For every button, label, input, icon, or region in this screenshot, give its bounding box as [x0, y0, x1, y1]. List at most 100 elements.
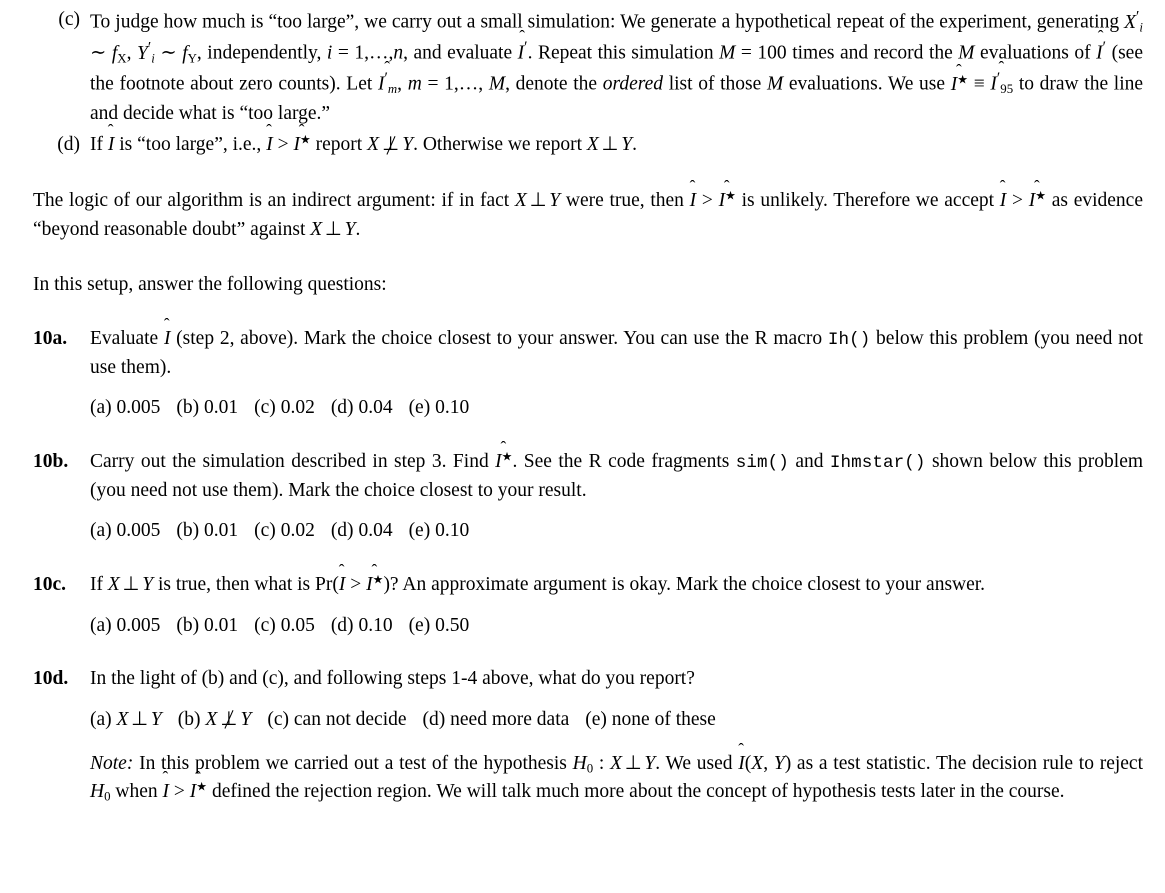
choice-d[interactable]: (d) need more data	[423, 706, 570, 735]
choice-e[interactable]: (e) none of these	[585, 706, 716, 735]
choice-d[interactable]: (d) 0.10	[331, 612, 393, 641]
choice-d[interactable]: (d) 0.04	[331, 394, 393, 423]
choice-key: (b)	[176, 520, 200, 542]
text-segment: Evaluate	[90, 327, 164, 349]
choice-a[interactable]: (a) 0.005	[90, 517, 160, 546]
math-f-X: fX	[111, 42, 127, 66]
choice-b[interactable]: (b) 0.01	[176, 612, 238, 641]
choice-e[interactable]: (e) 0.10	[409, 394, 470, 423]
choice-a[interactable]: (a) X ⊥ Y	[90, 706, 162, 735]
code-macro-ihmstar: Ihmstar()	[829, 452, 926, 473]
choice-value: 0.10	[435, 397, 470, 419]
choice-key: (e)	[585, 709, 607, 731]
text-segment: ,	[763, 752, 774, 774]
math-I-hat-star: ˆ I★	[293, 121, 311, 156]
math-Y: Y	[773, 752, 785, 774]
text-segment: = 1,…,	[421, 73, 489, 95]
math-I-hat: ˆI	[107, 121, 115, 156]
question-10a-label: 10a.	[33, 327, 68, 349]
math-I-hat-star: ˆ I★	[189, 768, 208, 803]
question-10c: 10c. If X ⊥ Y is true, then what is Pr(ˆ I …	[33, 562, 1143, 600]
choice-e[interactable]: (e) 0.50	[409, 612, 470, 641]
choice-value-math-X-notperp-Y: X⊥Y	[205, 709, 252, 731]
text-segment: is “too large”, i.e.,	[114, 134, 267, 156]
text-segment: )? An approximate argument is okay. Mark…	[383, 574, 986, 596]
choice-key: (e)	[408, 397, 431, 419]
choice-value: 0.04	[358, 397, 393, 419]
question-10c-choices-row: (a) 0.005 (b) 0.01 (c) 0.05 (d) 0.10 (e) 0.5…	[33, 612, 1143, 641]
text-segment: ≡	[968, 73, 991, 95]
text-segment: If	[90, 574, 108, 596]
choice-value: need more data	[450, 709, 570, 731]
spacer-label	[33, 394, 90, 423]
list-item-d: (d) If ˆI is “too large”, i.e., ˆI > ˆ I★…	[33, 121, 1143, 160]
math-I-hat-prime: ˆ I′	[517, 27, 528, 64]
choices-10d: (a) X⊥Y (b) X⊥Y (c) can not decide (d) need…	[90, 706, 1143, 735]
text-segment: evaluations of	[974, 42, 1097, 64]
choices-10a: (a) 0.005 (b) 0.01 (c) 0.02 (d) 0.04 (e) 0.1…	[90, 394, 1143, 423]
choice-value: 0.01	[204, 520, 239, 542]
choice-key: (b)	[177, 709, 201, 731]
choice-key: (a)	[90, 614, 112, 636]
question-10a: 10a. Evaluate ˆI (step 2, above). Mark t…	[33, 316, 1143, 382]
choice-a[interactable]: (a) 0.005	[90, 612, 160, 641]
choice-b[interactable]: (b) 0.01	[176, 517, 238, 546]
choice-b[interactable]: (b) X⊥Y	[178, 706, 252, 735]
choice-key: (e)	[408, 614, 431, 636]
question-10a-body: Evaluate ˆI (step 2, above). Mark the ch…	[90, 316, 1143, 382]
choice-value: 0.10	[358, 614, 393, 636]
spacer-label	[33, 612, 90, 641]
choices-10c: (a) 0.005 (b) 0.01 (c) 0.05 (d) 0.10 (e) 0.5…	[90, 612, 1143, 641]
choice-b[interactable]: (b) 0.01	[176, 394, 238, 423]
choice-c[interactable]: (c) 0.02	[254, 394, 315, 423]
math-X-notperp-Y: X⊥Y	[367, 134, 414, 156]
math-M: M	[766, 73, 784, 95]
text-segment: . Repeat this simulation	[527, 42, 720, 64]
choice-key: (c)	[254, 520, 276, 542]
math-H-null: H0	[572, 752, 594, 776]
text-segment: (step 2, above). Mark the choice closest…	[170, 327, 828, 349]
question-10b-body: Carry out the simulation described in st…	[90, 439, 1143, 505]
choice-c[interactable]: (c) 0.05	[254, 612, 315, 641]
choice-c[interactable]: (c) 0.02	[254, 517, 315, 546]
math-X-perp-Y: X ⊥ Y	[586, 134, 633, 156]
math-Y-prime-i: Y′i	[136, 39, 155, 66]
math-X-perp-Y: X ⊥ Y	[610, 752, 656, 774]
list-item-c-body: To judge how much is “too large”, we car…	[90, 6, 1143, 128]
choice-d[interactable]: (d) 0.04	[331, 517, 393, 546]
code-macro-sim: sim()	[735, 452, 789, 473]
list-item-c: (c) To judge how much is “too large”, we…	[33, 6, 1143, 128]
math-I-hat-prime-95: ˆ I′95	[990, 58, 1014, 97]
list-item-c-label: (c)	[58, 9, 80, 30]
setup-line: In this setup, answer the following ques…	[33, 274, 387, 296]
choice-value: 0.02	[280, 397, 315, 419]
text-segment: If	[90, 134, 108, 156]
choice-a[interactable]: (a) 0.005	[90, 394, 160, 423]
choice-key: (c)	[267, 709, 290, 731]
text-segment: >	[1006, 189, 1029, 211]
math-I-hat-prime: ˆ I′	[1096, 27, 1107, 64]
text-segment: ,	[126, 42, 137, 64]
question-10b-label: 10b.	[33, 450, 69, 472]
math-m: m	[407, 73, 422, 95]
text-segment: when	[110, 781, 163, 803]
choice-value: 0.005	[116, 614, 161, 636]
choice-key: (d)	[330, 614, 354, 636]
question-10c-label: 10c.	[33, 574, 67, 596]
text-segment: , independently,	[196, 42, 327, 64]
spacer-label	[33, 750, 90, 807]
choice-c[interactable]: (c) can not decide	[267, 706, 406, 735]
text-segment: ∼	[154, 42, 183, 64]
text-segment: ) as a test statistic. The decision rule…	[784, 752, 1144, 774]
choice-value: 0.01	[204, 397, 239, 419]
question-10b-choices-row: (a) 0.005 (b) 0.01 (c) 0.02 (d) 0.04 (e) 0.1…	[33, 517, 1143, 546]
choice-e[interactable]: (e) 0.10	[409, 517, 470, 546]
